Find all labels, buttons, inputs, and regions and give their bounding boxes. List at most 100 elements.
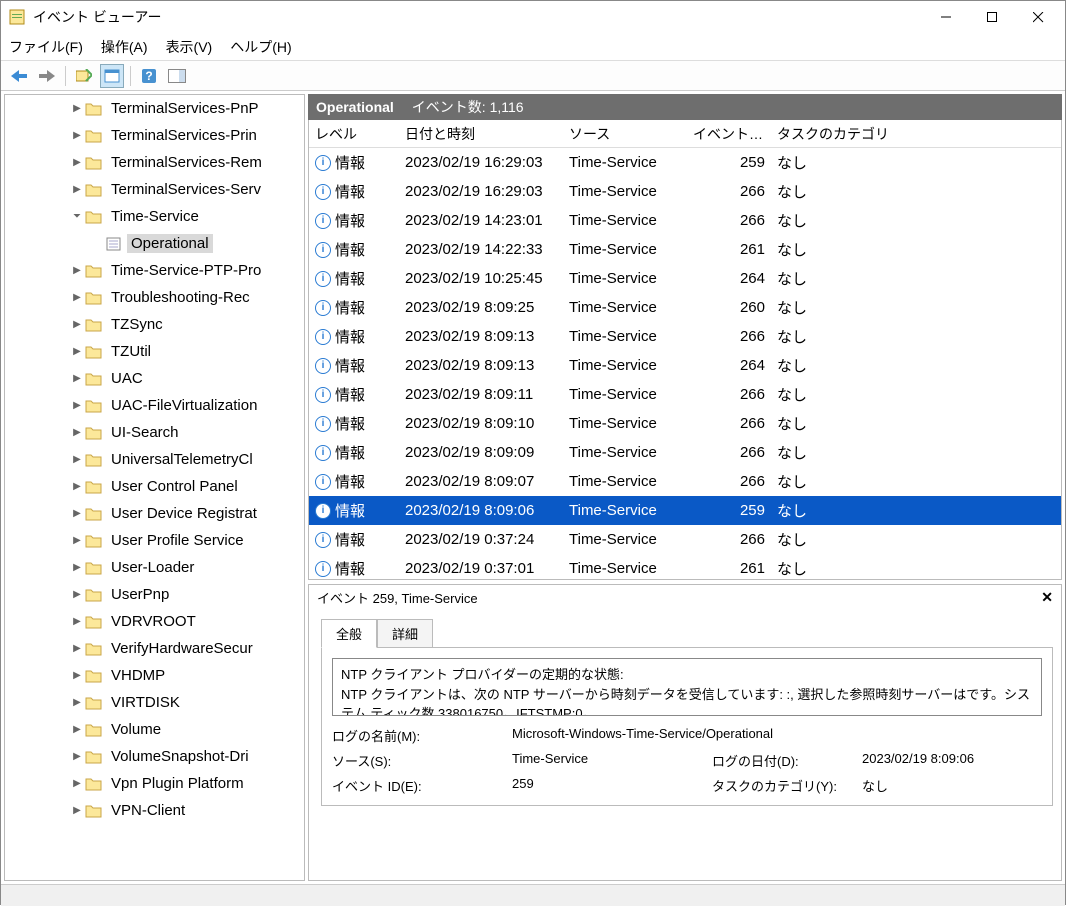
maximize-button[interactable]: [969, 2, 1015, 32]
tree-item[interactable]: Operational: [5, 230, 304, 257]
tree-item[interactable]: ▶User Profile Service: [5, 527, 304, 554]
tree-expander-icon[interactable]: ▶: [69, 319, 85, 330]
menu-view[interactable]: 表示(V): [166, 37, 213, 57]
table-row[interactable]: i情報2023/02/19 14:23:01Time-Service266なし: [309, 206, 1061, 235]
tree-item[interactable]: ▶TZSync: [5, 311, 304, 338]
column-task-category[interactable]: タスクのカテゴリ: [771, 124, 931, 144]
back-button[interactable]: [7, 64, 31, 88]
tree-expander-icon[interactable]: ▶: [69, 157, 85, 168]
tree-expander-icon[interactable]: ▶: [69, 643, 85, 654]
table-row[interactable]: i情報2023/02/19 8:09:10Time-Service266なし: [309, 409, 1061, 438]
forward-button[interactable]: [35, 64, 59, 88]
column-date[interactable]: 日付と時刻: [399, 124, 563, 144]
tree-item[interactable]: ▶VIRTDISK: [5, 689, 304, 716]
tree-expander-icon[interactable]: ▶: [69, 346, 85, 357]
tree-item[interactable]: ▶User-Loader: [5, 554, 304, 581]
tree-expander-icon[interactable]: ▶: [69, 535, 85, 546]
tree-item[interactable]: ▶VDRVROOT: [5, 608, 304, 635]
tree-item[interactable]: ▶User Device Registrat: [5, 500, 304, 527]
tree-expander-icon[interactable]: ▶: [69, 103, 85, 114]
table-row[interactable]: i情報2023/02/19 8:09:13Time-Service264なし: [309, 351, 1061, 380]
tree-expander-icon[interactable]: ▶: [69, 562, 85, 573]
close-button[interactable]: [1015, 2, 1061, 32]
table-row[interactable]: i情報2023/02/19 8:09:13Time-Service266なし: [309, 322, 1061, 351]
tree-item-label: VolumeSnapshot-Dri: [107, 747, 253, 766]
tree-expander-icon[interactable]: ▶: [69, 373, 85, 384]
tree-item[interactable]: ▶VerifyHardwareSecur: [5, 635, 304, 662]
table-row[interactable]: i情報2023/02/19 8:09:25Time-Service260なし: [309, 293, 1061, 322]
tree-item[interactable]: ▶VHDMP: [5, 662, 304, 689]
table-row[interactable]: i情報2023/02/19 14:22:33Time-Service261なし: [309, 235, 1061, 264]
help-button[interactable]: ?: [137, 64, 161, 88]
tree-item[interactable]: ▶Time-Service-PTP-Pro: [5, 257, 304, 284]
show-hide-console-tree-button[interactable]: [72, 64, 96, 88]
tree-expander-icon[interactable]: ▶: [69, 454, 85, 465]
tree-expander-icon[interactable]: ▶: [69, 400, 85, 411]
tree-item[interactable]: ▶UAC-FileVirtualization: [5, 392, 304, 419]
tree-item[interactable]: ▶TerminalServices-Serv: [5, 176, 304, 203]
detail-close-button[interactable]: ✕: [1041, 589, 1053, 606]
tree-expander-icon[interactable]: ▶: [69, 751, 85, 762]
table-row[interactable]: i情報2023/02/19 8:09:09Time-Service266なし: [309, 438, 1061, 467]
tree-item[interactable]: ▶TerminalServices-Prin: [5, 122, 304, 149]
tab-general[interactable]: 全般: [321, 619, 377, 648]
table-row[interactable]: i情報2023/02/19 0:37:01Time-Service261なし: [309, 554, 1061, 580]
minimize-button[interactable]: [923, 2, 969, 32]
events-table[interactable]: レベル 日付と時刻 ソース イベント ID タスクのカテゴリ i情報2023/0…: [308, 120, 1062, 580]
tree-expander-icon[interactable]: ▶: [69, 805, 85, 816]
tree-item[interactable]: ▶UniversalTelemetryCl: [5, 446, 304, 473]
tree-expander-icon[interactable]: ▶: [69, 778, 85, 789]
table-row[interactable]: i情報2023/02/19 8:09:11Time-Service266なし: [309, 380, 1061, 409]
tree-item[interactable]: ▶Troubleshooting-Rec: [5, 284, 304, 311]
tree-item[interactable]: ▶VPN-Client: [5, 797, 304, 824]
column-eventid[interactable]: イベント ID: [687, 124, 771, 144]
menu-file[interactable]: ファイル(F): [9, 37, 83, 57]
cell-eventid: 261: [687, 560, 771, 577]
tree-item[interactable]: ▶TerminalServices-Rem: [5, 149, 304, 176]
tree-expander-icon[interactable]: ⏷: [69, 211, 85, 222]
column-level[interactable]: レベル: [309, 124, 399, 144]
tree-expander-icon[interactable]: ▶: [69, 670, 85, 681]
column-source[interactable]: ソース: [563, 124, 687, 144]
event-message: NTP クライアント プロバイダーの定期的な状態: NTP クライアントは、次の…: [332, 658, 1042, 716]
folder-icon: [85, 452, 103, 468]
tab-detail[interactable]: 詳細: [377, 619, 433, 648]
tree-item[interactable]: ▶TerminalServices-PnP: [5, 95, 304, 122]
tree-item[interactable]: ▶TZUtil: [5, 338, 304, 365]
properties-button[interactable]: [100, 64, 124, 88]
tree-pane[interactable]: ▶TerminalServices-PnP▶TerminalServices-P…: [4, 94, 305, 881]
tree-item[interactable]: ▶UI-Search: [5, 419, 304, 446]
menu-action[interactable]: 操作(A): [101, 37, 148, 57]
cell-source: Time-Service: [563, 444, 687, 461]
table-row[interactable]: i情報2023/02/19 10:25:45Time-Service264なし: [309, 264, 1061, 293]
action-pane-button[interactable]: [165, 64, 189, 88]
tree-item[interactable]: ▶UAC: [5, 365, 304, 392]
tree-expander-icon[interactable]: ▶: [69, 481, 85, 492]
tree-item[interactable]: ▶ User Control Panel: [5, 473, 304, 500]
table-row[interactable]: i情報2023/02/19 8:09:06Time-Service259なし: [309, 496, 1061, 525]
table-row[interactable]: i情報2023/02/19 16:29:03Time-Service266なし: [309, 177, 1061, 206]
tree-expander-icon[interactable]: ▶: [69, 724, 85, 735]
tree-expander-icon[interactable]: ▶: [69, 697, 85, 708]
table-row[interactable]: i情報2023/02/19 8:09:07Time-Service266なし: [309, 467, 1061, 496]
tree-expander-icon[interactable]: ▶: [69, 589, 85, 600]
table-row[interactable]: i情報2023/02/19 0:37:24Time-Service266なし: [309, 525, 1061, 554]
folder-icon: [85, 398, 103, 414]
table-row[interactable]: i情報2023/02/19 16:29:03Time-Service259なし: [309, 148, 1061, 177]
tree-item[interactable]: ▶UserPnp: [5, 581, 304, 608]
tree-item[interactable]: ▶Vpn Plugin Platform: [5, 770, 304, 797]
menu-help[interactable]: ヘルプ(H): [230, 37, 291, 57]
tree-item-label: User Control Panel: [107, 477, 242, 496]
tree-expander-icon[interactable]: ▶: [69, 184, 85, 195]
tree-expander-icon[interactable]: ▶: [69, 427, 85, 438]
tree-item[interactable]: ▶ VolumeSnapshot-Dri: [5, 743, 304, 770]
tree-expander-icon[interactable]: ▶: [69, 265, 85, 276]
statusbar: [1, 884, 1065, 906]
tree-expander-icon[interactable]: ▶: [69, 508, 85, 519]
tree-expander-icon[interactable]: ▶: [69, 616, 85, 627]
tree-expander-icon[interactable]: ▶: [69, 130, 85, 141]
tree-item[interactable]: ▶Volume: [5, 716, 304, 743]
info-icon: i: [315, 416, 331, 432]
tree-expander-icon[interactable]: ▶: [69, 292, 85, 303]
tree-item[interactable]: ⏷Time-Service: [5, 203, 304, 230]
